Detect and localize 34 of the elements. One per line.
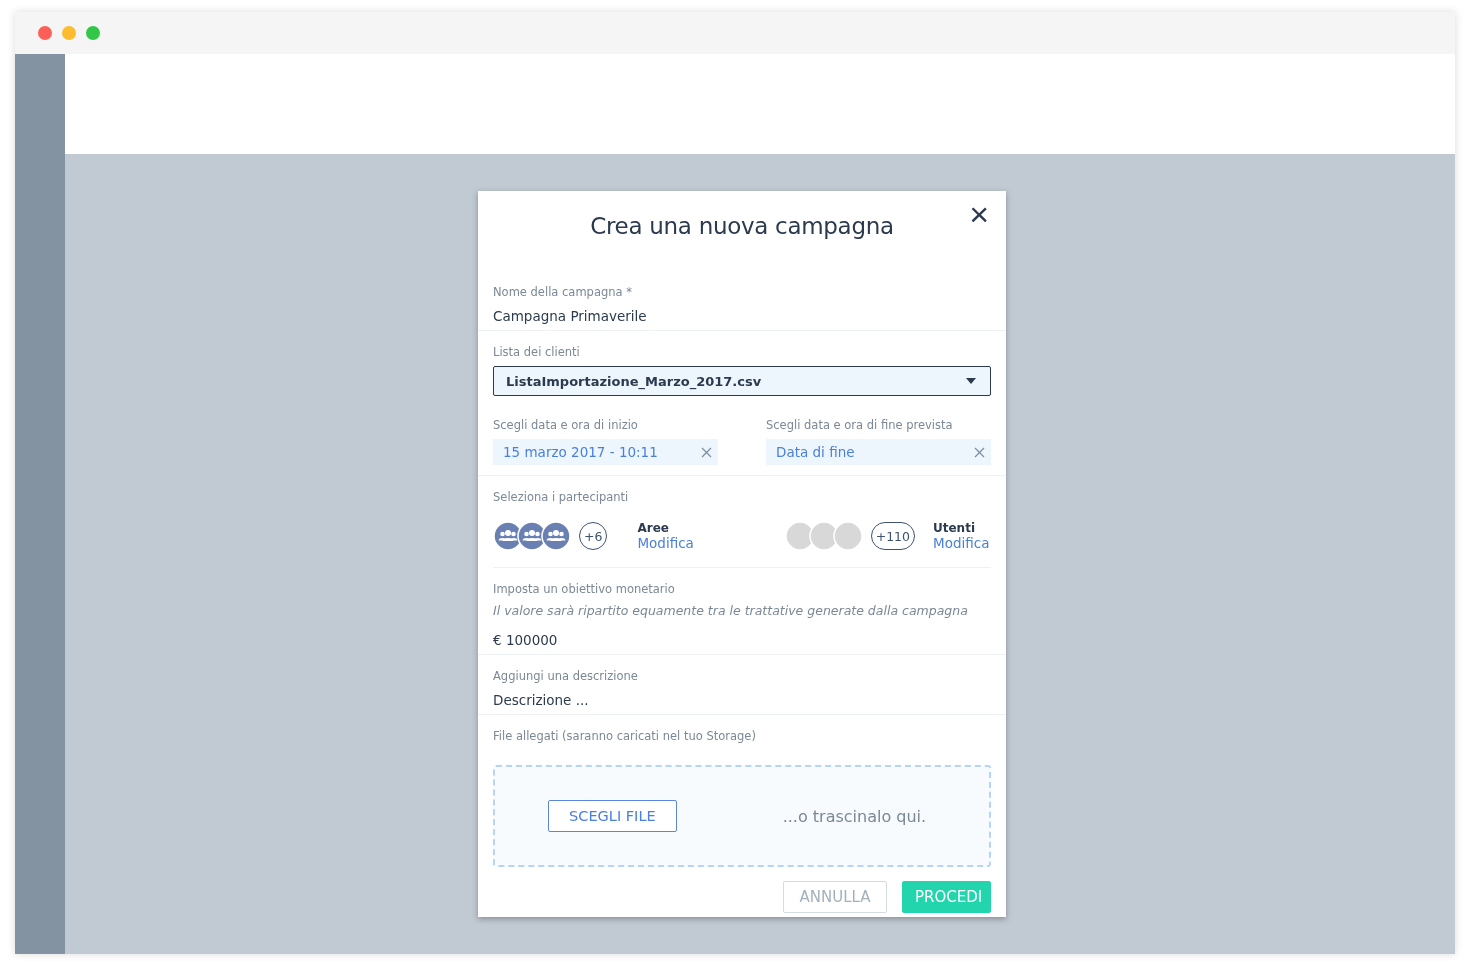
group-avatar-icon (541, 521, 571, 551)
input-field[interactable]: € 100000 (493, 630, 991, 650)
minimize-window-icon[interactable] (62, 26, 76, 40)
input-field[interactable]: Descrizione ... (493, 690, 991, 710)
field-label: Seleziona i partecipanti (493, 490, 630, 504)
field-label: Imposta un obiettivo monetario (493, 582, 676, 596)
input-field[interactable]: Campagna Primaverile (493, 306, 991, 326)
date-field[interactable]: 15 marzo 2017 - 10:11 (493, 439, 694, 465)
edit-link[interactable]: Modifica (933, 535, 991, 551)
drop-zone[interactable]: SCEGLI FILE ...o trascinalo qui. (493, 765, 991, 867)
field-label: Aggiungi una descrizione (493, 669, 639, 683)
caret-icon (966, 378, 976, 384)
maximize-window-icon[interactable] (86, 26, 100, 40)
clear-button[interactable] (694, 439, 718, 465)
field-label: File allegati (saranno caricati nel tuo Storage) (493, 729, 757, 743)
dropdown[interactable]: ListaImportazione_Marzo_2017.csv (493, 366, 991, 396)
choose-file-button[interactable]: SCEGLI FILE (547, 800, 677, 832)
user-avatar-icon (832, 521, 863, 551)
field-label: Nome della campagna * (493, 285, 633, 299)
drop-hint: ...o trascinalo qui. (782, 806, 927, 826)
edit-link[interactable]: Modifica (637, 535, 696, 551)
clear-button[interactable] (967, 439, 991, 465)
participant-type-label: Utenti (933, 521, 976, 535)
date-field[interactable]: Data di fine (766, 439, 967, 465)
field-label: Scegli data e ora di fine prevista (766, 418, 954, 432)
close-window-icon[interactable] (38, 26, 52, 40)
dialog-title: Crea una nuova campagna (590, 213, 894, 239)
field-label: Lista dei clienti (493, 345, 581, 359)
clear-icon (973, 446, 985, 458)
hint-text: Il valore sarà ripartito equamente tra le trattative generate dalla campagna (493, 603, 969, 618)
clear-icon (700, 446, 712, 458)
field-label: Scegli data e ora di inizio (493, 418, 639, 432)
close-button[interactable]: × (965, 197, 993, 231)
participant-type-label: Aree (637, 521, 670, 535)
